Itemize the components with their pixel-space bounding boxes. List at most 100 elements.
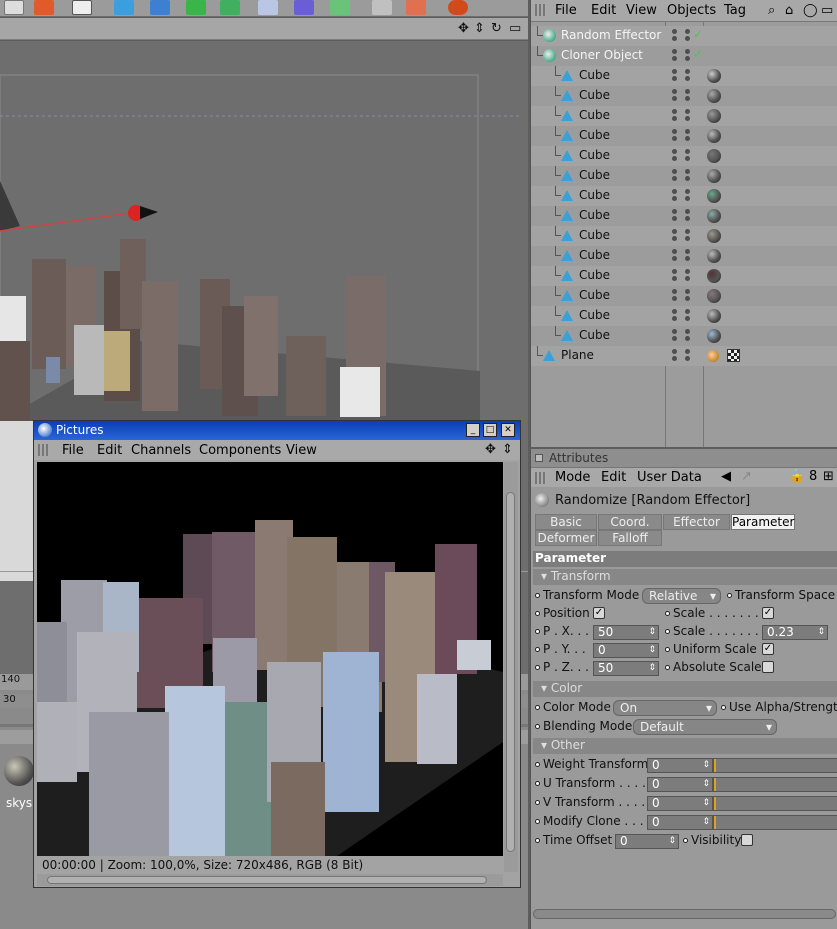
anim-dot[interactable] [727,593,732,598]
close-icon[interactable]: ✕ [501,423,515,437]
new-window-icon[interactable]: ▭ [821,3,833,18]
tab-deformer[interactable]: Deformer [535,530,597,546]
anim-dot[interactable] [665,611,670,616]
scale-checkbox[interactable]: ✓ [762,607,774,619]
position-x-input[interactable]: 50 ⇕ [593,625,659,640]
anim-dot[interactable] [535,629,540,634]
visibility-dot[interactable] [672,149,677,154]
visibility-dot[interactable] [685,149,690,154]
visibility-dot[interactable] [685,96,690,101]
anim-dot[interactable] [535,781,540,786]
visibility-dot[interactable] [672,136,677,141]
material-tag-icon[interactable] [707,69,721,83]
visibility-dot[interactable] [672,96,677,101]
menu-user-data[interactable]: User Data [637,470,702,485]
anim-dot[interactable] [665,647,670,652]
visibility-dot[interactable] [672,216,677,221]
visibility-dot[interactable] [685,296,690,301]
material-tag-icon[interactable] [707,169,721,183]
search-icon[interactable]: ⌕ [768,3,775,18]
stepper-icon[interactable]: ⇕ [702,759,710,772]
material-tag-icon[interactable] [707,189,721,203]
object-name[interactable]: Cube [579,148,610,162]
visibility-dot[interactable] [672,276,677,281]
stepper-icon[interactable]: ⇕ [702,816,710,829]
anim-dot[interactable] [535,819,540,824]
tab-falloff[interactable]: Falloff [598,530,662,546]
menu-channels[interactable]: Channels [131,443,191,458]
color-group-header[interactable]: ▾ Color [533,681,837,697]
stepper-icon[interactable]: ⇕ [648,644,656,657]
vertical-scrollbar[interactable] [504,462,518,872]
visibility-dot[interactable] [672,49,677,54]
object-row[interactable]: Cube [531,306,837,326]
stepper-icon[interactable]: ⇕ [648,626,656,639]
visibility-dot[interactable] [685,49,690,54]
toolbar-help-icon[interactable] [406,0,426,15]
visibility-dot[interactable] [672,109,677,114]
position-z-input[interactable]: 50 ⇕ [593,661,659,676]
toolbar-cube-icon[interactable] [114,0,134,15]
object-row[interactable]: Cube [531,286,837,306]
visibility-dot[interactable] [672,196,677,201]
position-checkbox[interactable]: ✓ [593,607,605,619]
blending-mode-dropdown[interactable]: Default ▾ [633,719,777,735]
object-row[interactable]: Random Effector ✓ [531,26,837,46]
visibility-dot[interactable] [685,256,690,261]
anim-dot[interactable] [535,611,540,616]
absolute-scale-checkbox[interactable] [762,661,774,673]
menu-mode[interactable]: Mode [555,470,590,485]
back-arrow-icon[interactable]: ◀ [721,469,731,484]
texture-tag-icon[interactable] [707,350,719,362]
toolbar-deformer-icon[interactable] [258,0,278,15]
visibility-dot[interactable] [685,316,690,321]
visibility-dot[interactable] [672,209,677,214]
material-tag-icon[interactable] [707,289,721,303]
weight-transform-input[interactable]: 0 ⇕ [647,758,713,773]
transform-group-header[interactable]: ▾ Transform [533,569,837,585]
anim-dot[interactable] [535,665,540,670]
toolbar-mograph-icon[interactable] [330,0,350,15]
object-name[interactable]: Cube [579,68,610,82]
visibility-dot[interactable] [672,69,677,74]
visibility-dot[interactable] [672,36,677,41]
anim-dot[interactable] [535,800,540,805]
anim-dot[interactable] [665,629,670,634]
object-name[interactable]: Cube [579,168,610,182]
uniform-scale-checkbox[interactable]: ✓ [762,643,774,655]
visibility-dot[interactable] [685,129,690,134]
stepper-icon[interactable]: ⇕ [648,662,656,675]
modify-clone-slider[interactable] [713,815,837,830]
checker-material-icon[interactable] [727,349,740,362]
stepper-icon[interactable]: ⇕ [668,835,676,848]
visibility-checkbox[interactable] [741,834,753,846]
settings-icon[interactable]: 8 [809,469,817,484]
slider-knob[interactable] [714,778,716,791]
horizontal-scroll-thumb[interactable] [47,876,487,884]
home-icon[interactable]: ⌂ [785,3,793,18]
minimize-icon[interactable]: _ [466,423,480,437]
forward-arrow-icon[interactable]: ↗ [741,469,752,484]
maximize-view-icon[interactable]: ▭ [509,21,521,36]
visibility-dot[interactable] [672,256,677,261]
visibility-dot[interactable] [672,296,677,301]
visibility-dot[interactable] [685,216,690,221]
object-row[interactable]: Cube [531,146,837,166]
visibility-dot[interactable] [672,329,677,334]
visibility-dot[interactable] [685,229,690,234]
object-name[interactable]: Cube [579,188,610,202]
visibility-dot[interactable] [685,56,690,61]
anim-dot[interactable] [721,705,726,710]
u-transform-slider[interactable] [713,777,837,792]
visibility-dot[interactable] [685,156,690,161]
u-transform-input[interactable]: 0 ⇕ [647,777,713,792]
visibility-dot[interactable] [685,29,690,34]
menu-file[interactable]: File [62,443,84,458]
object-name[interactable]: Cube [579,268,610,282]
material-tag-icon[interactable] [707,129,721,143]
material-tag-icon[interactable] [707,209,721,223]
object-row[interactable]: Cube [531,266,837,286]
anim-dot[interactable] [535,838,540,843]
hide-icon[interactable]: ◯ [803,3,818,18]
toolbar-nurbs-icon[interactable] [186,0,206,15]
